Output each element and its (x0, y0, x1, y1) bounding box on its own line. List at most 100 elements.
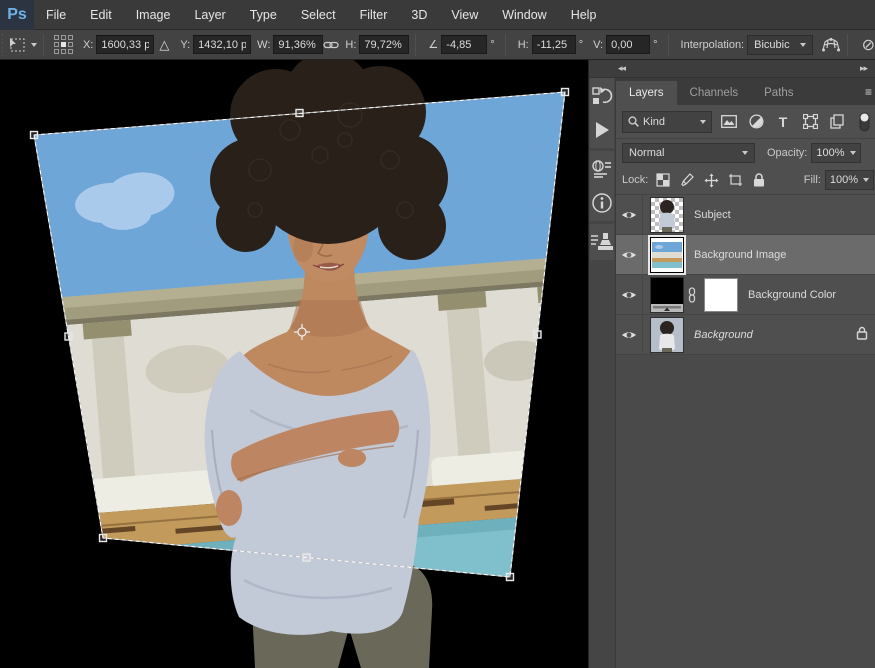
height-scale-input[interactable] (359, 35, 409, 54)
filter-type-layers-icon[interactable]: T (773, 112, 793, 132)
layer-row-background-image[interactable]: Background Image (616, 235, 875, 275)
optionsbar-grip[interactable] (2, 34, 3, 56)
handle-top-mid (296, 110, 303, 117)
filter-pixel-layers-icon[interactable] (719, 112, 739, 132)
lock-label: Lock: (622, 174, 648, 186)
menu-filter[interactable]: Filter (348, 0, 400, 30)
horizontal-skew-input[interactable] (532, 35, 576, 54)
visibility-eye-icon[interactable] (616, 315, 643, 355)
y-position-input[interactable] (193, 35, 251, 54)
layers-panel-empty-area (616, 355, 875, 668)
handle-bottom-right (507, 574, 514, 581)
tab-channels[interactable]: Channels (677, 81, 752, 105)
collapsed-panels-strip (589, 78, 615, 668)
visibility-eye-icon[interactable] (616, 195, 643, 235)
reference-point-locator[interactable] (54, 35, 73, 54)
menu-view[interactable]: View (439, 0, 490, 30)
lock-transparency-icon[interactable] (654, 171, 672, 189)
interpolation-label: Interpolation: (681, 39, 745, 51)
info-panel-icon[interactable] (590, 191, 614, 215)
expand-panels-icon[interactable]: ▸▸ (860, 63, 875, 74)
menu-select[interactable]: Select (289, 0, 348, 30)
tool-preset-chevron-icon[interactable] (31, 43, 37, 47)
opacity-value-dropdown[interactable]: 100% (811, 143, 860, 163)
lock-position-icon[interactable] (702, 171, 720, 189)
filter-kind-dropdown[interactable]: Kind (622, 111, 712, 133)
tool-presets-panel-icon[interactable] (590, 230, 614, 254)
layer-row-subject[interactable]: Subject (616, 195, 875, 235)
layer-filtering-toggle[interactable] (854, 112, 874, 132)
panel-tabs: Layers Channels Paths ≡ (616, 78, 875, 105)
relative-positioning-button[interactable]: △ (154, 37, 174, 53)
menu-file[interactable]: File (34, 0, 78, 30)
warp-mode-toggle-icon[interactable] (821, 33, 841, 57)
filter-smart-objects-icon[interactable] (827, 112, 847, 132)
visibility-eye-icon[interactable] (616, 275, 643, 315)
hskew-label: H: (518, 39, 529, 51)
tab-layers[interactable]: Layers (616, 81, 677, 105)
blend-mode-row: Normal Opacity: 100% (616, 139, 875, 166)
chevron-down-icon (742, 151, 748, 155)
interpolation-dropdown[interactable]: Bicubic (747, 35, 812, 55)
layer-mask-thumbnail[interactable] (704, 278, 738, 312)
history-panel-icon[interactable] (590, 84, 614, 108)
fill-value-dropdown[interactable]: 100% (825, 170, 874, 190)
lock-artboard-nesting-icon[interactable] (726, 171, 744, 189)
layer-lock-icon (856, 326, 868, 343)
vertical-skew-input[interactable] (606, 35, 650, 54)
fill-layer-thumbnail[interactable] (650, 277, 684, 313)
layers-panel: Layers Channels Paths ≡ Kind (615, 78, 875, 668)
subject-layer-art (205, 60, 448, 668)
rotate-angle-icon: ∠ (428, 38, 438, 51)
x-position-input[interactable] (96, 35, 154, 54)
libraries-panel-icon[interactable] (590, 157, 614, 181)
layer-mask-link-icon[interactable] (686, 287, 698, 303)
tab-paths[interactable]: Paths (751, 81, 806, 105)
handle-bottom-mid (303, 554, 310, 561)
height-label: H: (345, 39, 356, 51)
dock-header: ◂◂ ▸▸ (589, 60, 875, 78)
menu-3d[interactable]: 3D (399, 0, 439, 30)
lock-image-pixels-icon[interactable] (678, 171, 696, 189)
panel-menu-icon[interactable]: ≡ (865, 85, 875, 105)
menu-edit[interactable]: Edit (78, 0, 124, 30)
handle-bottom-left (100, 535, 107, 542)
width-scale-input[interactable] (273, 35, 323, 54)
chevron-down-icon (700, 120, 706, 124)
layer-thumbnail[interactable] (650, 197, 684, 233)
document-canvas[interactable] (0, 60, 588, 668)
filter-adjustment-layers-icon[interactable] (746, 112, 766, 132)
collapse-panels-icon[interactable]: ◂◂ (589, 63, 629, 74)
menu-image[interactable]: Image (124, 0, 183, 30)
vskew-label: V: (593, 39, 603, 51)
rotation-input[interactable] (441, 35, 487, 54)
layer-row-background[interactable]: Background (616, 315, 875, 355)
menu-window[interactable]: Window (490, 0, 558, 30)
maintain-aspect-ratio-link-icon[interactable] (323, 33, 339, 57)
transform-options-bar: X: △ Y: W: H: ∠ ° H: ° V: ° Interpolatio… (0, 30, 875, 60)
cancel-transform-button[interactable]: ⊘ (862, 35, 875, 55)
width-label: W: (257, 39, 270, 51)
layer-row-background-color[interactable]: Background Color (616, 275, 875, 315)
menu-layer[interactable]: Layer (182, 0, 237, 30)
handle-top-left (31, 132, 38, 139)
actions-panel-icon[interactable] (590, 118, 614, 142)
visibility-eye-icon[interactable] (616, 235, 643, 275)
search-icon (628, 116, 639, 127)
chevron-down-icon (800, 43, 806, 47)
panel-dock: ◂◂ ▸▸ (588, 60, 875, 668)
handle-right-mid (534, 331, 541, 338)
handle-left-mid (65, 333, 72, 340)
layer-filter-row: Kind T (616, 105, 875, 139)
filter-shape-layers-icon[interactable] (800, 112, 820, 132)
handle-top-right (562, 89, 569, 96)
photoshop-logo: Ps (0, 0, 34, 30)
lock-all-icon[interactable] (750, 171, 768, 189)
blend-mode-dropdown[interactable]: Normal (622, 143, 755, 163)
lock-row: Lock: (616, 166, 875, 195)
menu-help[interactable]: Help (559, 0, 609, 30)
menu-type[interactable]: Type (238, 0, 289, 30)
free-transform-tool-icon[interactable] (7, 33, 27, 57)
layer-thumbnail[interactable] (650, 317, 684, 353)
layer-thumbnail-selected[interactable] (650, 237, 684, 273)
